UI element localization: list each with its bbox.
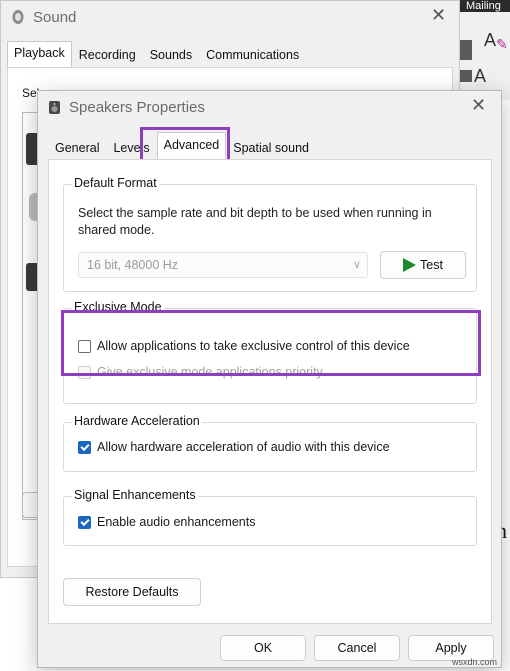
- close-icon[interactable]: ✕: [471, 95, 486, 116]
- advanced-tab-panel: Default Format Select the sample rate an…: [48, 159, 492, 624]
- tab-playback[interactable]: Playback: [7, 41, 72, 68]
- tab-sounds[interactable]: Sounds: [143, 43, 199, 69]
- exclusive-priority-checkbox: [78, 365, 91, 379]
- allow-exclusive-control-label: Allow applications to take exclusive con…: [97, 339, 410, 353]
- sound-window-title: Sound: [33, 8, 77, 26]
- default-format-select[interactable]: 16 bit, 48000 Hz ∨: [78, 252, 368, 278]
- enable-audio-enhancements-label: Enable audio enhancements: [97, 515, 256, 529]
- exclusive-priority-option: Give exclusive mode applications priorit…: [78, 365, 323, 379]
- close-icon[interactable]: ✕: [431, 5, 446, 26]
- enable-audio-enhancements-option[interactable]: Enable audio enhancements: [78, 515, 255, 529]
- exclusive-priority-label: Give exclusive mode applications priorit…: [97, 365, 323, 379]
- pen-icon[interactable]: ✎: [496, 36, 508, 53]
- speaker-properties-icon: [49, 100, 60, 114]
- default-format-group: Default Format Select the sample rate an…: [63, 176, 477, 292]
- tab-advanced[interactable]: Advanced: [156, 132, 227, 160]
- ribbon-block-icon: [460, 70, 472, 82]
- cancel-button[interactable]: Cancel: [314, 635, 400, 661]
- test-button-label: Test: [420, 258, 443, 272]
- speakers-properties-dialog: Speakers Properties ✕ General Levels Adv…: [37, 90, 502, 668]
- restore-defaults-button[interactable]: Restore Defaults: [63, 578, 201, 606]
- hardware-acceleration-group: Hardware Acceleration Allow hardware acc…: [63, 414, 477, 472]
- speaker-icon: [12, 10, 24, 24]
- tab-levels[interactable]: Levels: [106, 135, 156, 161]
- enable-audio-enhancements-checkbox[interactable]: [78, 515, 91, 529]
- ribbon-block-icon: [460, 40, 472, 60]
- tab-spatial-sound[interactable]: Spatial sound: [226, 135, 316, 161]
- play-icon: [403, 258, 417, 272]
- ok-button[interactable]: OK: [220, 635, 306, 661]
- dialog-tab-bar: General Levels Advanced Spatial sound: [48, 132, 316, 161]
- default-format-value: 16 bit, 48000 Hz: [87, 258, 179, 272]
- chevron-down-icon: ∨: [352, 259, 361, 271]
- font-a-icon[interactable]: A: [474, 66, 486, 87]
- exclusive-mode-label: Exclusive Mode: [72, 300, 164, 314]
- allow-hardware-acceleration-checkbox[interactable]: [78, 440, 91, 454]
- signal-enhancements-group: Signal Enhancements Enable audio enhance…: [63, 488, 477, 546]
- sound-tab-bar: Playback Recording Sounds Communications: [7, 41, 306, 69]
- hardware-acceleration-label: Hardware Acceleration: [72, 414, 202, 428]
- default-format-label: Default Format: [72, 176, 159, 190]
- tab-communications[interactable]: Communications: [199, 43, 306, 69]
- allow-exclusive-control-checkbox[interactable]: [78, 339, 91, 353]
- tab-recording[interactable]: Recording: [72, 43, 143, 69]
- tab-general[interactable]: General: [48, 135, 106, 161]
- test-button[interactable]: Test: [380, 251, 466, 279]
- background-app-title: Mailing: [460, 0, 510, 12]
- allow-hardware-acceleration-label: Allow hardware acceleration of audio wit…: [97, 440, 390, 454]
- dialog-title-bar: Speakers Properties: [48, 97, 205, 117]
- dialog-title: Speakers Properties: [69, 98, 205, 116]
- watermark: wsxdn.com: [452, 657, 498, 667]
- signal-enhancements-label: Signal Enhancements: [72, 488, 198, 502]
- sound-title-bar: Sound: [11, 6, 76, 28]
- default-format-description: Select the sample rate and bit depth to …: [78, 206, 432, 237]
- allow-hardware-acceleration-option[interactable]: Allow hardware acceleration of audio wit…: [78, 440, 390, 454]
- allow-exclusive-control-option[interactable]: Allow applications to take exclusive con…: [78, 339, 410, 353]
- font-a-icon[interactable]: A: [484, 30, 496, 51]
- exclusive-mode-group: Exclusive Mode Allow applications to tak…: [63, 300, 477, 404]
